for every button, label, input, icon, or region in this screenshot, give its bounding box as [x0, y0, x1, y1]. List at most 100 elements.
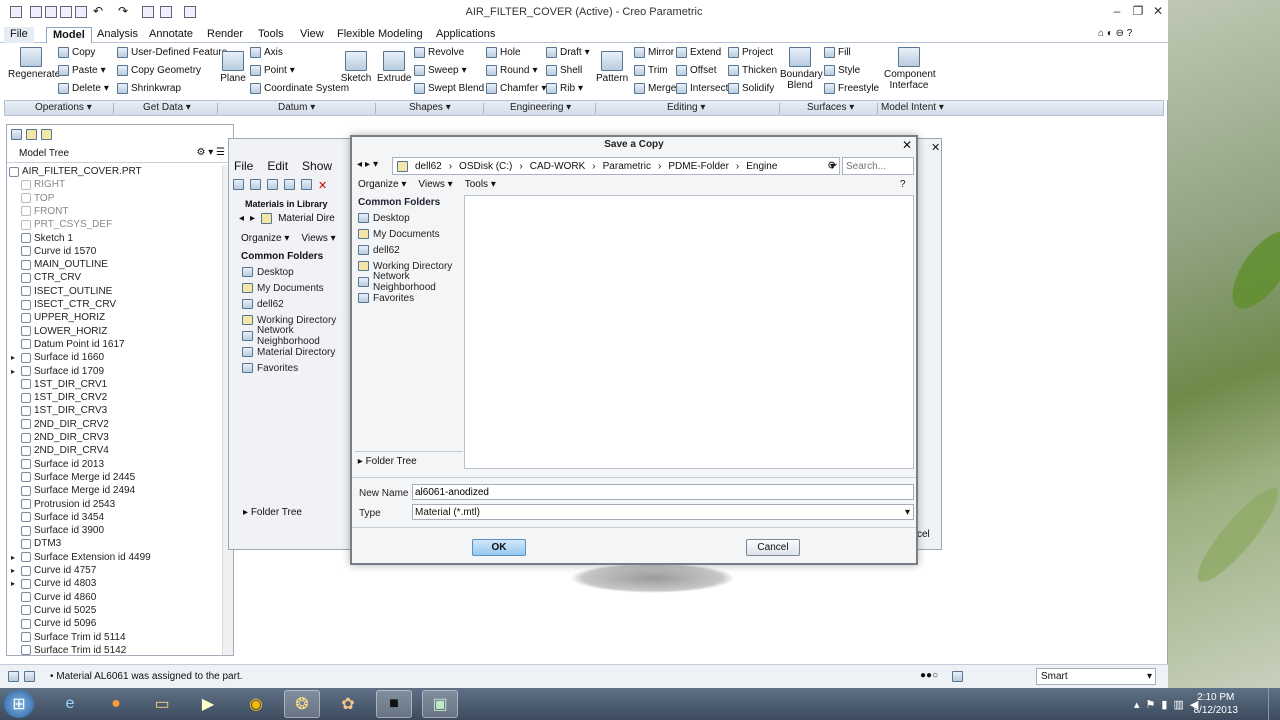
tree-item[interactable]: 1ST_DIR_CRV1	[21, 378, 107, 391]
power-icon[interactable]: ▮	[1161, 698, 1167, 711]
expand-arrow-icon[interactable]: ▸	[11, 353, 15, 362]
materials-menu-edit[interactable]: Edit	[267, 159, 288, 173]
minimize-icon[interactable]: –	[1110, 4, 1124, 18]
show-hidden-icons[interactable]: ▴	[1134, 698, 1140, 711]
tree-item[interactable]: Sketch 1	[21, 232, 73, 245]
expand-arrow-icon[interactable]: ▸	[11, 553, 15, 562]
hole-button[interactable]: Hole	[486, 47, 521, 58]
app-icon-2[interactable]: ✿	[330, 690, 366, 718]
show-desktop-button[interactable]	[1268, 688, 1280, 720]
status-toggle-icon[interactable]	[8, 671, 19, 682]
tree-item[interactable]: ISECT_OUTLINE	[21, 285, 112, 298]
tree-item[interactable]: AIR_FILTER_COVER.PRT	[9, 165, 142, 178]
materials-folder-favorites[interactable]: Favorites	[239, 360, 347, 376]
dialog-organize[interactable]: Organize ▾	[358, 179, 406, 190]
user-defined-feature-button[interactable]: User-Defined Feature	[117, 47, 227, 58]
materials-folder-material-directory[interactable]: Material Directory	[239, 344, 347, 360]
tree-item[interactable]: ▸ Surface id 1660	[11, 351, 104, 364]
dialog-recent-icon[interactable]: ▾	[373, 159, 378, 170]
tree-item[interactable]: Surface Trim id 5114	[21, 631, 126, 644]
materials-cancel-fragment[interactable]: cel	[917, 529, 930, 540]
dialog-views[interactable]: Views ▾	[418, 179, 452, 190]
copy-button[interactable]: Copy	[58, 47, 95, 58]
pattern-button[interactable]: Pattern	[596, 51, 628, 84]
materials-close-icon[interactable]: ✕	[931, 141, 940, 154]
expand-arrow-icon[interactable]: ▸	[11, 367, 15, 376]
refresh-icon[interactable]: ⟳	[828, 159, 837, 172]
extrude-button[interactable]: Extrude	[377, 51, 411, 84]
menu-tools[interactable]: Tools	[252, 27, 290, 43]
group-engineering[interactable]: Engineering ▾	[510, 102, 571, 113]
flag-icon[interactable]: ⚑	[1146, 698, 1156, 711]
start-button[interactable]: ⊞	[4, 690, 34, 718]
dialog-address-bar[interactable]: dell62 › OSDisk (C:) › CAD-WORK › Parametri…	[392, 157, 840, 175]
group-operations[interactable]: Operations ▾	[35, 102, 92, 113]
tree-item[interactable]: Protrusion id 2543	[21, 498, 115, 511]
path-pdme-folder[interactable]: PDME-Folder	[668, 161, 729, 172]
component-interface-button[interactable]: Component Interface	[884, 47, 936, 91]
type-select[interactable]: Material (*.mtl) ▾	[412, 504, 914, 520]
expand-arrow-icon[interactable]: ▸	[11, 579, 15, 588]
materials-folder-tree[interactable]: ▸ Folder Tree	[243, 507, 302, 518]
freestyle-button[interactable]: Freestyle	[824, 83, 879, 94]
selection-filter-icon[interactable]	[952, 671, 963, 682]
offset-button[interactable]: Offset	[676, 65, 717, 76]
status-browser-icon[interactable]	[24, 671, 35, 682]
group-editing[interactable]: Editing ▾	[667, 102, 705, 113]
model-tree-tab-icon[interactable]	[11, 129, 22, 140]
expand-arrow-icon[interactable]: ▸	[11, 566, 15, 575]
delete-material-icon[interactable]: ✕	[318, 179, 327, 192]
folder-network-neighborhood[interactable]: Network Neighborhood	[355, 271, 463, 293]
firefox-icon[interactable]: ●	[98, 690, 134, 718]
tree-item[interactable]: RIGHT	[21, 178, 65, 191]
tree-item[interactable]: ▸ Curve id 4803	[11, 577, 96, 590]
dialog-back-icon[interactable]: ◂	[357, 159, 362, 170]
round-button[interactable]: Round ▾	[486, 65, 538, 76]
trim-button[interactable]: Trim	[634, 65, 668, 76]
coordinate-system-button[interactable]: Coordinate System	[250, 83, 349, 94]
menu-render[interactable]: Render	[201, 27, 249, 43]
path-engine[interactable]: Engine	[746, 161, 777, 172]
folder-my-documents[interactable]: My Documents	[355, 226, 463, 242]
tree-item[interactable]: Curve id 5096	[21, 617, 96, 630]
group-surfaces[interactable]: Surfaces ▾	[807, 102, 854, 113]
ok-button[interactable]: OK	[472, 539, 526, 556]
merge-button[interactable]: Merge	[634, 83, 676, 94]
materials-organize[interactable]: Organize ▾	[241, 233, 289, 244]
dialog-tools[interactable]: Tools ▾	[465, 179, 496, 190]
new-material-icon[interactable]	[233, 179, 244, 190]
edit-icon[interactable]	[284, 179, 295, 190]
tree-settings-icon[interactable]: ⚙ ▾ ☰	[196, 147, 225, 158]
creo-taskbar-icon[interactable]: ▣	[422, 690, 458, 718]
tree-item[interactable]: FRONT	[21, 205, 68, 218]
tree-item[interactable]: 1ST_DIR_CRV3	[21, 404, 107, 417]
dialog-search-input[interactable]	[842, 157, 914, 175]
cancel-button[interactable]: Cancel	[746, 539, 800, 556]
close-icon[interactable]: ✕	[1151, 4, 1165, 18]
internet-explorer-icon[interactable]: e	[52, 690, 88, 718]
tree-item[interactable]: 1ST_DIR_CRV2	[21, 391, 107, 404]
selection-filter-select[interactable]: Smart ▾	[1036, 668, 1156, 685]
tree-item[interactable]: Curve id 5025	[21, 604, 96, 617]
media-player-icon[interactable]: ▶	[190, 690, 226, 718]
file-list-area[interactable]	[464, 195, 914, 469]
back-icon[interactable]: ◂	[239, 213, 244, 224]
folder-dell62[interactable]: dell62	[355, 242, 463, 258]
materials-path[interactable]: Material Dire	[278, 213, 335, 224]
dialog-forward-icon[interactable]: ▸	[365, 159, 370, 170]
tree-item[interactable]: TOP	[21, 192, 54, 205]
dialog-close-icon[interactable]: ✕	[902, 138, 912, 152]
tree-item[interactable]: Datum Point id 1617	[21, 338, 125, 351]
tree-item[interactable]: Surface Trim id 5142	[21, 644, 126, 657]
extend-button[interactable]: Extend	[676, 47, 721, 58]
maximize-icon[interactable]: ❐	[1131, 4, 1145, 18]
tree-item[interactable]: UPPER_HORIZ	[21, 311, 105, 324]
menu-view[interactable]: View	[294, 27, 330, 43]
app-icon-3[interactable]: ■	[376, 690, 412, 718]
tree-item[interactable]: ▸ Surface Extension id 4499	[11, 551, 151, 564]
materials-folder-desktop[interactable]: Desktop	[239, 264, 347, 280]
move-icon[interactable]	[267, 179, 278, 190]
shell-button[interactable]: Shell	[546, 65, 582, 76]
intersect-button[interactable]: Intersect	[676, 83, 728, 94]
tree-item[interactable]: DTM3	[21, 537, 61, 550]
